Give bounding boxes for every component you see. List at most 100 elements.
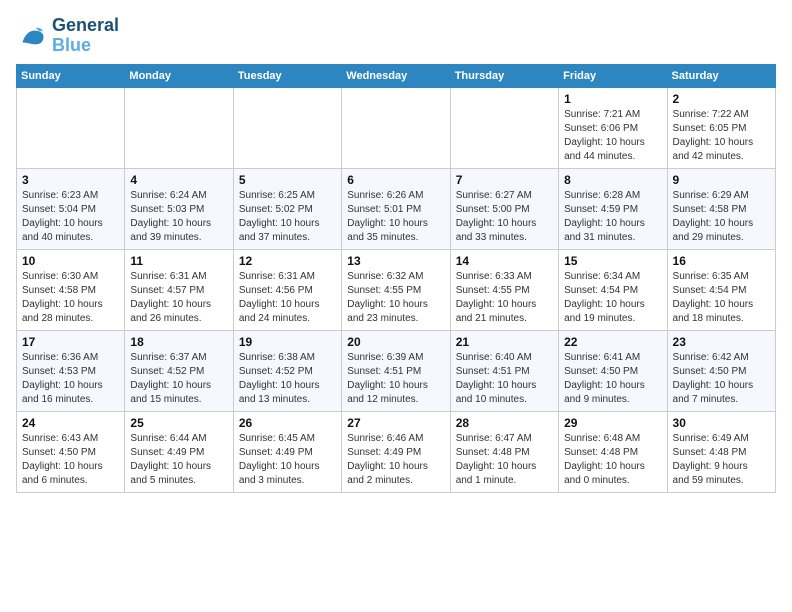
calendar-header-thursday: Thursday	[450, 64, 558, 87]
day-number: 3	[22, 173, 119, 187]
day-detail: Sunrise: 7:21 AM Sunset: 6:06 PM Dayligh…	[564, 108, 661, 164]
day-detail: Sunrise: 6:29 AM Sunset: 4:58 PM Dayligh…	[673, 189, 770, 245]
calendar-cell: 12Sunrise: 6:31 AM Sunset: 4:56 PM Dayli…	[233, 249, 341, 330]
calendar-cell: 29 Sunrise: 6:48 AM Sunset: 4:48 PM Dayli…	[559, 411, 667, 492]
day-number: 26	[239, 416, 336, 430]
day-detail: Sunrise: 6:48 AM Sunset: 4:48 PM Dayligh…	[564, 432, 661, 488]
day-number: 1	[564, 92, 661, 106]
day-detail: Sunrise: 6:24 AM Sunset: 5:03 PM Dayligh…	[130, 189, 227, 245]
calendar-cell: 19 Sunrise: 6:38 AM Sunset: 4:52 PM Dayli…	[233, 330, 341, 411]
day-number: 13	[347, 254, 444, 268]
logo-icon	[16, 20, 48, 52]
day-detail: Sunrise: 6:36 AM Sunset: 4:53 PM Dayligh…	[22, 351, 119, 407]
calendar-cell: 21 Sunrise: 6:40 AM Sunset: 4:51 PM Dayli…	[450, 330, 558, 411]
calendar-cell: 20 Sunrise: 6:39 AM Sunset: 4:51 PM Dayli…	[342, 330, 450, 411]
calendar-cell: 17 Sunrise: 6:36 AM Sunset: 4:53 PM Dayli…	[17, 330, 125, 411]
calendar-cell: 18 Sunrise: 6:37 AM Sunset: 4:52 PM Dayli…	[125, 330, 233, 411]
day-number: 9	[673, 173, 770, 187]
calendar-header-sunday: Sunday	[17, 64, 125, 87]
calendar-cell: 6 Sunrise: 6:26 AM Sunset: 5:01 PM Daylig…	[342, 168, 450, 249]
day-number: 10	[22, 254, 119, 268]
calendar-cell: 24Sunrise: 6:43 AM Sunset: 4:50 PM Dayli…	[17, 411, 125, 492]
calendar-cell: 25 Sunrise: 6:44 AM Sunset: 4:49 PM Dayli…	[125, 411, 233, 492]
calendar-header-row: SundayMondayTuesdayWednesdayThursdayFrid…	[17, 64, 776, 87]
calendar-week-row: 3Sunrise: 6:23 AM Sunset: 5:04 PM Daylig…	[17, 168, 776, 249]
day-number: 21	[456, 335, 553, 349]
day-number: 22	[564, 335, 661, 349]
day-number: 15	[564, 254, 661, 268]
day-number: 28	[456, 416, 553, 430]
calendar-week-row: 10 Sunrise: 6:30 AM Sunset: 4:58 PM Dayli…	[17, 249, 776, 330]
day-number: 4	[130, 173, 227, 187]
calendar-cell: 28 Sunrise: 6:47 AM Sunset: 4:48 PM Dayli…	[450, 411, 558, 492]
day-detail: Sunrise: 7:22 AM Sunset: 6:05 PM Dayligh…	[673, 108, 770, 164]
calendar-week-row: 17 Sunrise: 6:36 AM Sunset: 4:53 PM Dayli…	[17, 330, 776, 411]
calendar-cell: 4 Sunrise: 6:24 AM Sunset: 5:03 PM Daylig…	[125, 168, 233, 249]
day-detail: Sunrise: 6:32 AM Sunset: 4:55 PM Dayligh…	[347, 270, 444, 326]
calendar-cell: 3Sunrise: 6:23 AM Sunset: 5:04 PM Daylig…	[17, 168, 125, 249]
day-detail: Sunrise: 6:26 AM Sunset: 5:01 PM Dayligh…	[347, 189, 444, 245]
day-number: 8	[564, 173, 661, 187]
day-detail: Sunrise: 6:41 AM Sunset: 4:50 PM Dayligh…	[564, 351, 661, 407]
day-detail: Sunrise: 6:30 AM Sunset: 4:58 PM Dayligh…	[22, 270, 119, 326]
calendar-cell	[233, 87, 341, 168]
day-number: 30	[673, 416, 770, 430]
day-detail: Sunrise: 6:31 AM Sunset: 4:57 PM Dayligh…	[130, 270, 227, 326]
day-number: 11	[130, 254, 227, 268]
calendar-cell: 26 Sunrise: 6:45 AM Sunset: 4:49 PM Dayli…	[233, 411, 341, 492]
day-number: 18	[130, 335, 227, 349]
day-detail: Sunrise: 6:43 AM Sunset: 4:50 PM Dayligh…	[22, 432, 119, 488]
day-number: 20	[347, 335, 444, 349]
day-number: 23	[673, 335, 770, 349]
day-detail: Sunrise: 6:49 AM Sunset: 4:48 PM Dayligh…	[673, 432, 770, 488]
calendar-cell: 23Sunrise: 6:42 AM Sunset: 4:50 PM Dayli…	[667, 330, 775, 411]
calendar-week-row: 24Sunrise: 6:43 AM Sunset: 4:50 PM Dayli…	[17, 411, 776, 492]
calendar-cell: 2Sunrise: 7:22 AM Sunset: 6:05 PM Daylig…	[667, 87, 775, 168]
day-number: 25	[130, 416, 227, 430]
day-detail: Sunrise: 6:33 AM Sunset: 4:55 PM Dayligh…	[456, 270, 553, 326]
calendar-cell: 22 Sunrise: 6:41 AM Sunset: 4:50 PM Dayli…	[559, 330, 667, 411]
logo: General Blue	[16, 16, 119, 56]
calendar-header-tuesday: Tuesday	[233, 64, 341, 87]
day-detail: Sunrise: 6:39 AM Sunset: 4:51 PM Dayligh…	[347, 351, 444, 407]
calendar-cell: 8Sunrise: 6:28 AM Sunset: 4:59 PM Daylig…	[559, 168, 667, 249]
day-detail: Sunrise: 6:46 AM Sunset: 4:49 PM Dayligh…	[347, 432, 444, 488]
day-detail: Sunrise: 6:25 AM Sunset: 5:02 PM Dayligh…	[239, 189, 336, 245]
calendar-cell: 13 Sunrise: 6:32 AM Sunset: 4:55 PM Dayli…	[342, 249, 450, 330]
day-detail: Sunrise: 6:34 AM Sunset: 4:54 PM Dayligh…	[564, 270, 661, 326]
day-number: 6	[347, 173, 444, 187]
day-number: 17	[22, 335, 119, 349]
calendar-cell: 16 Sunrise: 6:35 AM Sunset: 4:54 PM Dayli…	[667, 249, 775, 330]
calendar-cell: 30 Sunrise: 6:49 AM Sunset: 4:48 PM Dayli…	[667, 411, 775, 492]
calendar-header-wednesday: Wednesday	[342, 64, 450, 87]
calendar-cell: 5Sunrise: 6:25 AM Sunset: 5:02 PM Daylig…	[233, 168, 341, 249]
calendar-cell	[450, 87, 558, 168]
day-detail: Sunrise: 6:40 AM Sunset: 4:51 PM Dayligh…	[456, 351, 553, 407]
day-number: 29	[564, 416, 661, 430]
day-detail: Sunrise: 6:38 AM Sunset: 4:52 PM Dayligh…	[239, 351, 336, 407]
page-header: General Blue	[16, 16, 776, 56]
calendar-header-friday: Friday	[559, 64, 667, 87]
day-detail: Sunrise: 6:45 AM Sunset: 4:49 PM Dayligh…	[239, 432, 336, 488]
day-number: 19	[239, 335, 336, 349]
calendar-cell: 27 Sunrise: 6:46 AM Sunset: 4:49 PM Dayli…	[342, 411, 450, 492]
calendar-cell: 11 Sunrise: 6:31 AM Sunset: 4:57 PM Dayli…	[125, 249, 233, 330]
calendar-table: SundayMondayTuesdayWednesdayThursdayFrid…	[16, 64, 776, 493]
day-detail: Sunrise: 6:47 AM Sunset: 4:48 PM Dayligh…	[456, 432, 553, 488]
day-detail: Sunrise: 6:37 AM Sunset: 4:52 PM Dayligh…	[130, 351, 227, 407]
calendar-cell	[125, 87, 233, 168]
day-detail: Sunrise: 6:27 AM Sunset: 5:00 PM Dayligh…	[456, 189, 553, 245]
calendar-header-monday: Monday	[125, 64, 233, 87]
calendar-cell: 15 Sunrise: 6:34 AM Sunset: 4:54 PM Dayli…	[559, 249, 667, 330]
calendar-week-row: 1 Sunrise: 7:21 AM Sunset: 6:06 PM Daylig…	[17, 87, 776, 168]
calendar-cell	[17, 87, 125, 168]
calendar-cell: 1 Sunrise: 7:21 AM Sunset: 6:06 PM Daylig…	[559, 87, 667, 168]
day-number: 14	[456, 254, 553, 268]
day-detail: Sunrise: 6:44 AM Sunset: 4:49 PM Dayligh…	[130, 432, 227, 488]
day-number: 16	[673, 254, 770, 268]
logo-text: General Blue	[52, 16, 119, 56]
day-number: 27	[347, 416, 444, 430]
day-detail: Sunrise: 6:31 AM Sunset: 4:56 PM Dayligh…	[239, 270, 336, 326]
day-detail: Sunrise: 6:35 AM Sunset: 4:54 PM Dayligh…	[673, 270, 770, 326]
calendar-cell: 10 Sunrise: 6:30 AM Sunset: 4:58 PM Dayli…	[17, 249, 125, 330]
